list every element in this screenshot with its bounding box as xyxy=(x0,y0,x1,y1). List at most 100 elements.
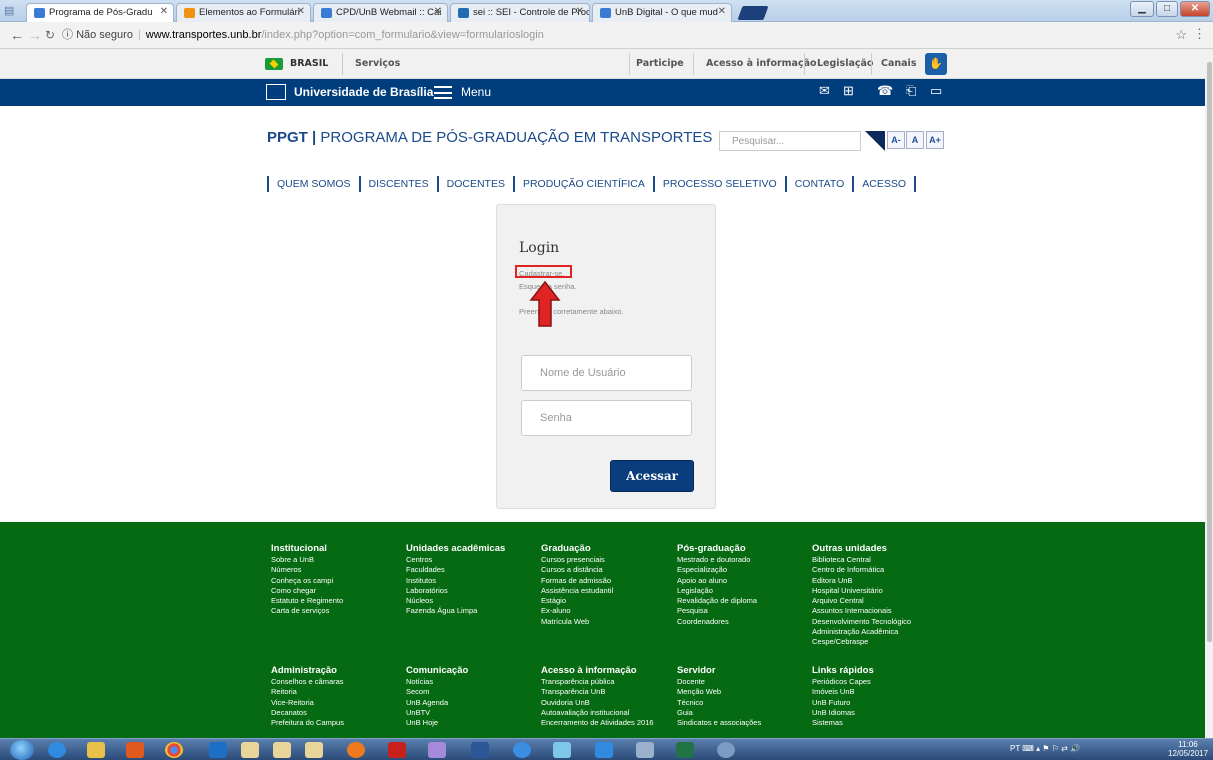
bookmark-star-icon[interactable]: ☆ xyxy=(1175,27,1187,43)
submit-login-button[interactable]: Acessar xyxy=(610,460,694,492)
language-indicator[interactable]: PT xyxy=(1010,744,1020,753)
footer-link[interactable]: Institutos xyxy=(406,576,505,586)
footer-link[interactable]: Estágio xyxy=(541,596,613,606)
nav-discentes[interactable]: DISCENTES xyxy=(361,178,437,190)
tab-elementos[interactable]: Elementos ao Formulári ✕ xyxy=(176,3,311,22)
skype-icon[interactable] xyxy=(595,742,613,758)
forward-arrow-icon[interactable]: → xyxy=(28,27,42,43)
winrar-icon[interactable] xyxy=(428,742,446,758)
footer-link[interactable]: Formas de admissão xyxy=(541,576,613,586)
footer-link[interactable]: Fazenda Água Limpa xyxy=(406,606,505,616)
footer-link[interactable]: Laboratórios xyxy=(406,586,505,596)
tab-sei[interactable]: sei :: SEI - Controle de Proce ✕ xyxy=(450,3,590,22)
footer-link[interactable]: UnBTV xyxy=(406,708,468,718)
font-reset-button[interactable]: A xyxy=(906,131,924,149)
folder-icon[interactable] xyxy=(273,742,291,758)
footer-link[interactable]: Conselhos e câmaras xyxy=(271,677,344,687)
footer-link[interactable]: Reitoria xyxy=(271,687,344,697)
footer-link[interactable]: Guia xyxy=(677,708,761,718)
footer-link[interactable]: Decanatos xyxy=(271,708,344,718)
footer-link[interactable]: Matrícula Web xyxy=(541,617,613,627)
high-contrast-icon[interactable] xyxy=(865,131,885,151)
gov-servicos-link[interactable]: Serviços xyxy=(355,58,400,69)
footer-link[interactable]: Transparência pública xyxy=(541,677,654,687)
password-field[interactable]: Senha xyxy=(521,400,692,436)
footer-link[interactable]: Hospital Universitário xyxy=(812,586,911,596)
gov-canais-link[interactable]: Canais xyxy=(881,58,916,69)
footer-link[interactable]: Secom xyxy=(406,687,468,697)
app-icon[interactable] xyxy=(126,742,144,758)
menu-label[interactable]: Menu xyxy=(461,85,491,99)
footer-link[interactable]: Assistência estudantil xyxy=(541,586,613,596)
app2-icon[interactable] xyxy=(553,742,571,758)
new-tab-button[interactable] xyxy=(737,6,769,20)
acrobat-icon[interactable] xyxy=(388,742,406,758)
footer-link[interactable]: Como chegar xyxy=(271,586,343,596)
close-tab-icon[interactable]: ✕ xyxy=(576,6,584,17)
footer-link[interactable]: Centro de Informática xyxy=(812,565,911,575)
phone-icon[interactable]: ☎ xyxy=(877,83,893,99)
clock[interactable]: 11:06 12/05/2017 xyxy=(1168,740,1208,758)
gov-brasil-link[interactable]: BRASIL xyxy=(290,58,328,69)
back-arrow-icon[interactable]: ← xyxy=(10,27,24,43)
footer-link[interactable]: UnB Idiomas xyxy=(812,708,874,718)
folder-icon[interactable] xyxy=(241,742,259,758)
nav-docentes[interactable]: DOCENTES xyxy=(439,178,513,190)
footer-link[interactable]: Desenvolvimento Tecnológico xyxy=(812,617,911,627)
ie-icon[interactable] xyxy=(48,742,66,758)
hamburger-menu-icon[interactable] xyxy=(434,86,452,99)
footer-link[interactable]: Docente xyxy=(677,677,761,687)
gov-acesso-info-link[interactable]: Acesso à informação xyxy=(706,58,817,69)
nav-acesso[interactable]: ACESSO xyxy=(854,178,914,190)
start-button[interactable] xyxy=(10,740,34,760)
window-menu-icon[interactable]: ▤ xyxy=(4,4,18,18)
footer-link[interactable]: UnB Hoje xyxy=(406,718,468,728)
footer-link[interactable]: Encerramento de Atividades 2016 xyxy=(541,718,654,728)
footer-link[interactable]: Editora UnB xyxy=(812,576,911,586)
footer-link[interactable]: Centros xyxy=(406,555,505,565)
footer-link[interactable]: Transparência UnB xyxy=(541,687,654,697)
close-tab-icon[interactable]: ✕ xyxy=(434,6,442,17)
footer-link[interactable]: Imóveis UnB xyxy=(812,687,874,697)
footer-link[interactable]: Mestrado e doutorado xyxy=(677,555,757,565)
unb-name-link[interactable]: Universidade de Brasília xyxy=(294,85,433,99)
font-decrease-button[interactable]: A- xyxy=(887,131,905,149)
footer-link[interactable]: Autoavaliação institucional xyxy=(541,708,654,718)
explorer-icon[interactable] xyxy=(87,742,105,758)
firefox-icon[interactable] xyxy=(347,742,365,758)
footer-link[interactable]: Pesquisa xyxy=(677,606,757,616)
footer-link[interactable]: Sobre a UnB xyxy=(271,555,343,565)
minimize-button[interactable]: ▁ xyxy=(1130,1,1154,17)
footer-link[interactable]: Núcleos xyxy=(406,596,505,606)
nav-processo-seletivo[interactable]: PROCESSO SELETIVO xyxy=(655,178,785,190)
footer-link[interactable]: Vice-Reitoria xyxy=(271,698,344,708)
footer-link[interactable]: Cursos presenciais xyxy=(541,555,613,565)
close-tab-icon[interactable]: ✕ xyxy=(297,6,305,17)
scrollbar-thumb[interactable] xyxy=(1207,62,1212,642)
close-tab-icon[interactable]: ✕ xyxy=(718,6,726,17)
onedrive-icon[interactable] xyxy=(513,742,531,758)
close-tab-icon[interactable]: ✕ xyxy=(160,6,168,17)
nav-contato[interactable]: CONTATO xyxy=(787,178,853,190)
footer-link[interactable]: Números xyxy=(271,565,343,575)
footer-link[interactable]: Prefeitura do Campus xyxy=(271,718,344,728)
footer-link[interactable]: UnB Agenda xyxy=(406,698,468,708)
footer-link[interactable]: Sindicatos e associações xyxy=(677,718,761,728)
font-increase-button[interactable]: A+ xyxy=(926,131,944,149)
monitor-icon[interactable]: ▭ xyxy=(930,83,942,99)
tab-ppgt[interactable]: Programa de Pós-Gradu ✕ xyxy=(26,3,174,22)
excel-icon[interactable] xyxy=(676,742,694,758)
footer-link[interactable]: Estatuto e Regimento xyxy=(271,596,343,606)
footer-link[interactable]: Carta de serviços xyxy=(271,606,343,616)
nav-producao-cientifica[interactable]: PRODUÇÃO CIENTÍFICA xyxy=(515,178,653,190)
footer-link[interactable]: Especialização xyxy=(677,565,757,575)
footer-link[interactable]: Sistemas xyxy=(812,718,874,728)
folder-icon[interactable] xyxy=(305,742,323,758)
gov-participe-link[interactable]: Participe xyxy=(636,58,684,69)
word-icon[interactable] xyxy=(471,742,489,758)
url-field[interactable]: ⓘ Não seguro | www.transportes.unb.br/inde… xyxy=(62,26,1167,45)
search-input[interactable]: Pesquisar... xyxy=(719,131,861,151)
footer-link[interactable]: Ex-aluno xyxy=(541,606,613,616)
sitemap-icon[interactable]: ⊞ xyxy=(843,83,854,99)
username-field[interactable]: Nome de Usuário xyxy=(521,355,692,391)
